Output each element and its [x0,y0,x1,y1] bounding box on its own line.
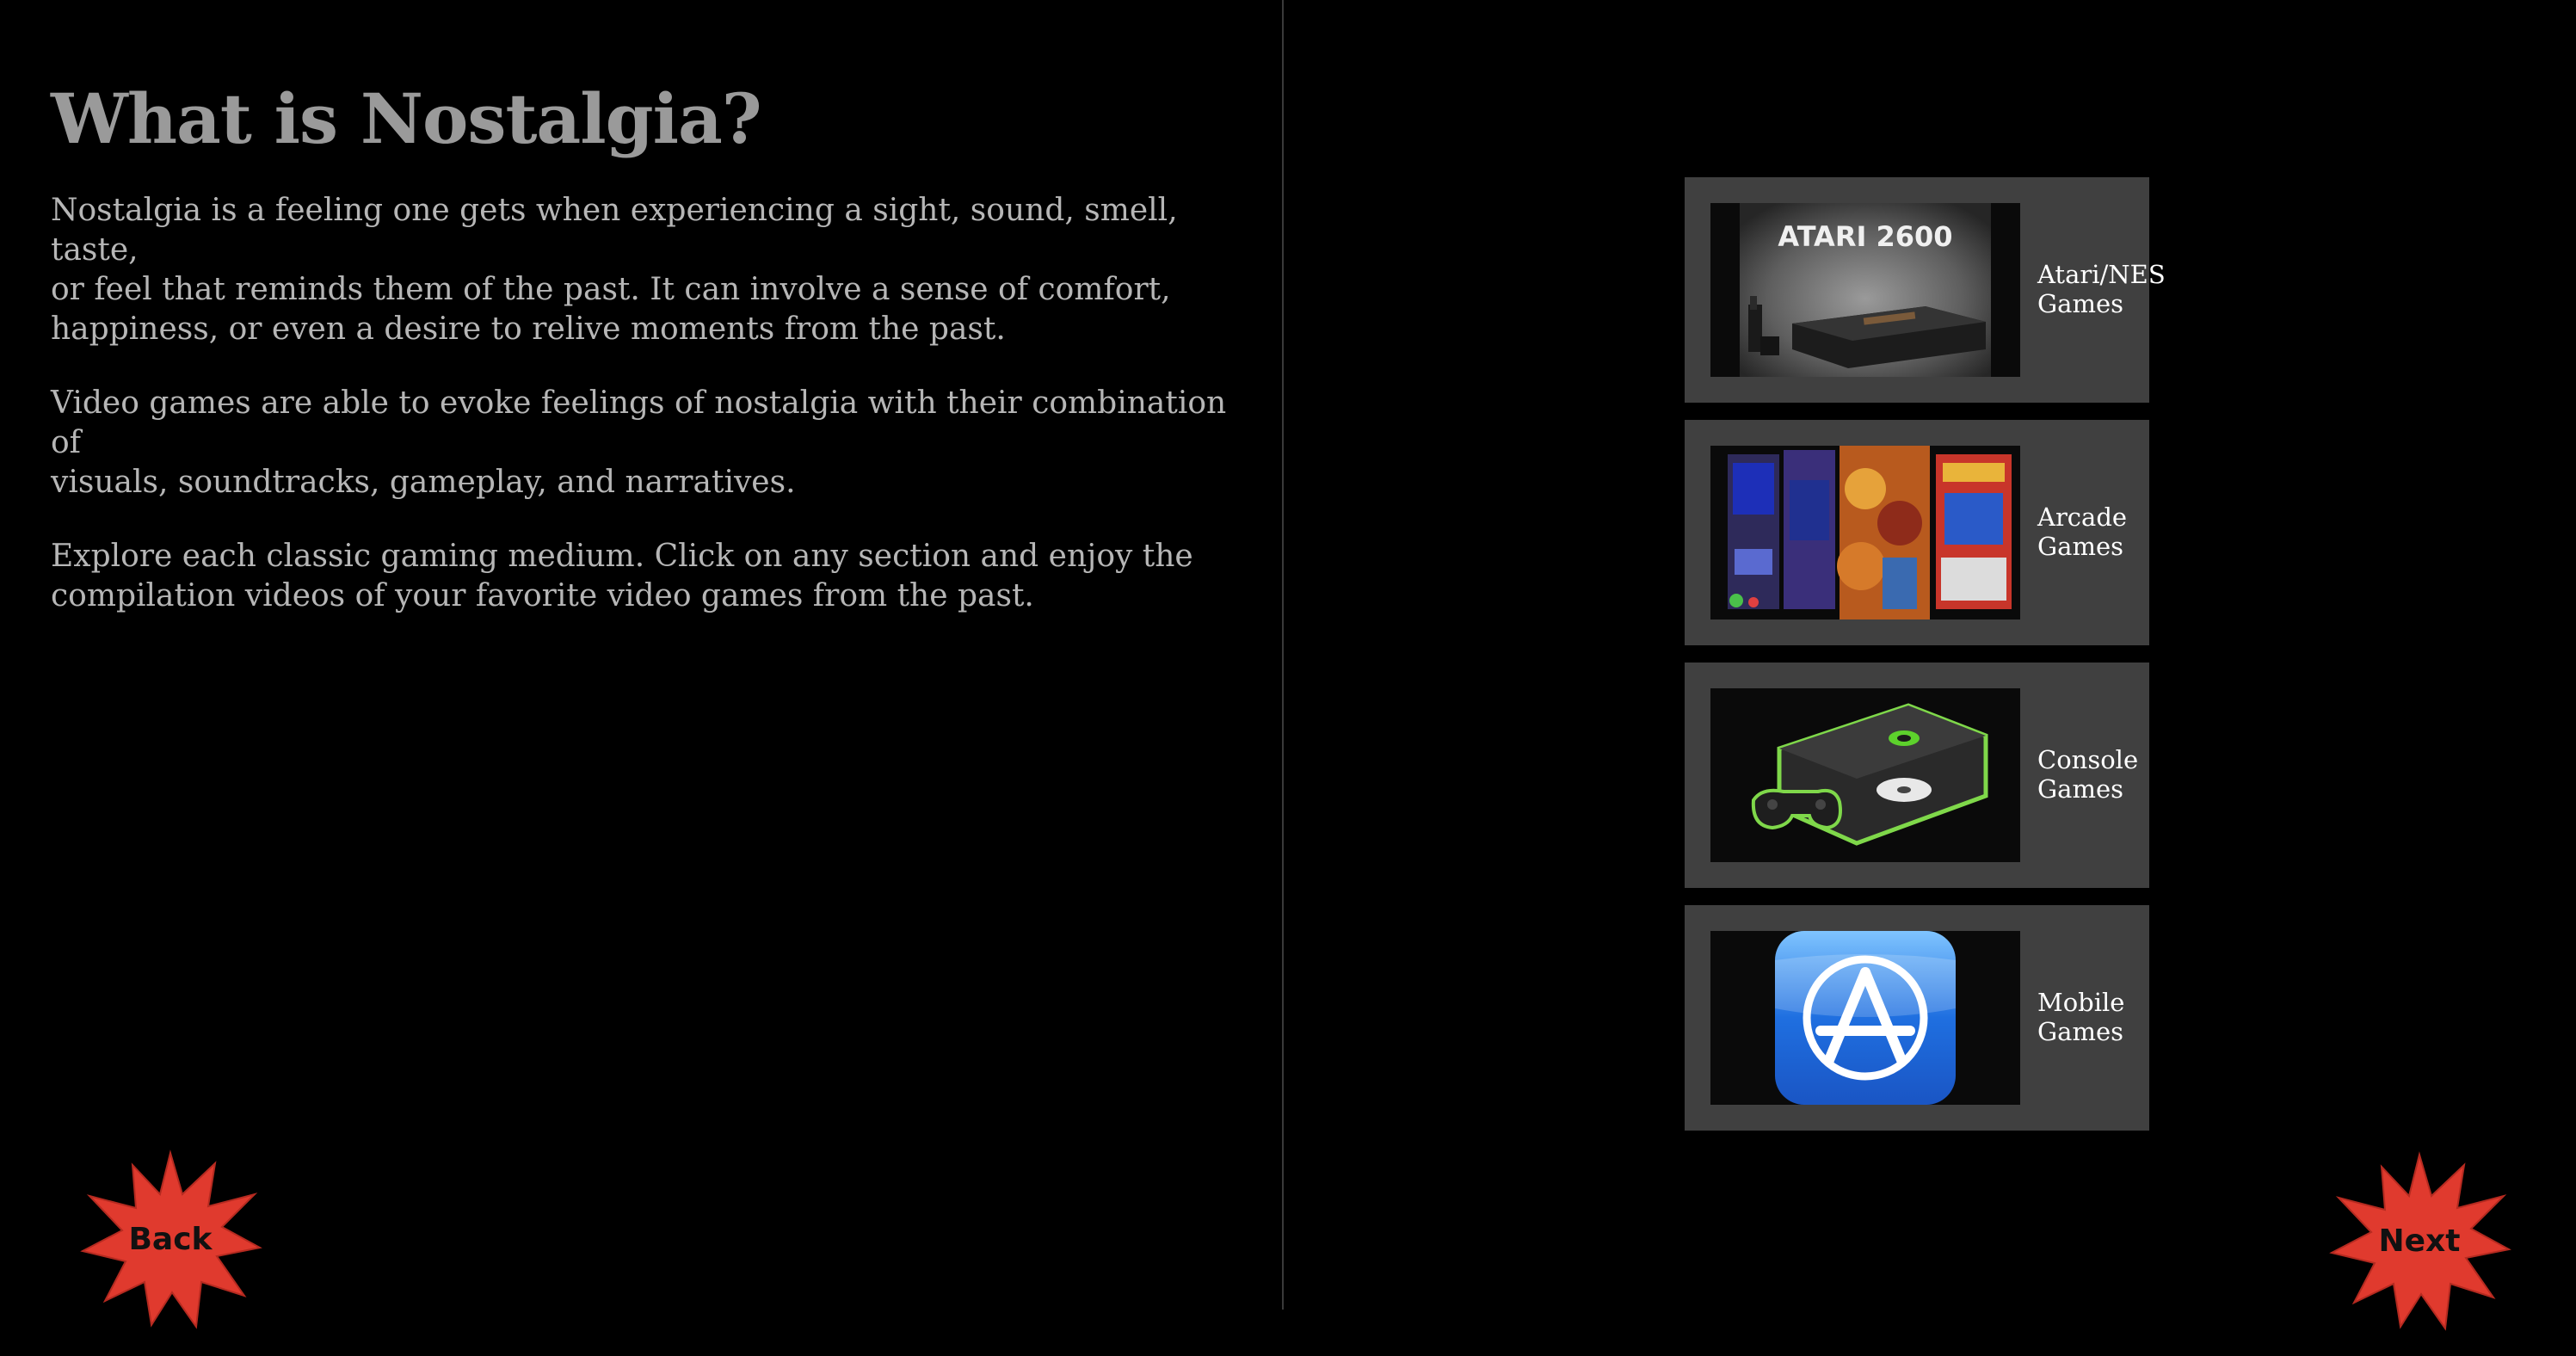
category-label: Console Games [2037,745,2139,804]
category-label: Atari/NES Games [2037,260,2166,318]
xbox-console-image [1710,688,2020,862]
category-label: Arcade Games [2037,502,2128,561]
category-mobile[interactable]: Mobile Games [1685,905,2149,1131]
intro-section: What is Nostalgia? Nostalgia is a feelin… [51,67,1238,650]
intro-paragraph-2: Video games are able to evoke feelings o… [51,385,1227,500]
atari-logo-text: ATARI 2600 [1778,220,1952,253]
page-title: What is Nostalgia? [51,78,762,159]
app-store-icon [1710,931,2020,1105]
atari-2600-console-image: ATARI 2600 [1710,203,2020,377]
next-label: Next [2378,1223,2461,1259]
category-arcade[interactable]: Arcade Games [1685,420,2149,645]
category-label: Mobile Games [2037,988,2125,1046]
next-button[interactable]: Next [2325,1146,2514,1335]
intro-paragraph-1: Nostalgia is a feeling one gets when exp… [51,193,1178,347]
page-divider [1282,0,1284,1310]
back-label: Back [128,1221,213,1257]
arcade-cabinets-image [1710,446,2020,619]
category-atari-nes[interactable]: ATARI 2600 Atari/NES Games [1685,177,2166,403]
category-list: ATARI 2600 Atari/NES Games Arcade Games … [1685,177,2166,1148]
intro-paragraph-3: Explore each classic gaming medium. Clic… [51,539,1193,613]
category-console[interactable]: Console Games [1685,663,2149,888]
back-button[interactable]: Back [76,1144,265,1334]
